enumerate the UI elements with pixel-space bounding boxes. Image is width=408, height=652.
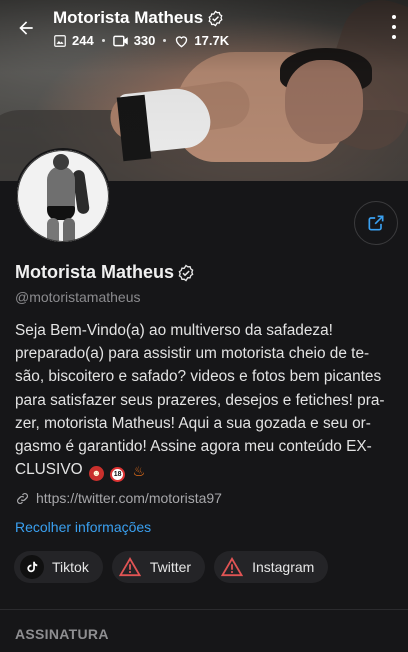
cover-header: Motorista Matheus 244 330 17.7K [0,0,408,60]
social-chip-twitter[interactable]: Twitter [111,551,206,583]
bio-line: Seja Bem-Vindo(a) ao multiverso da safad… [15,322,333,339]
share-icon [368,215,384,231]
cover-title: Motorista Matheus [53,8,224,28]
back-button[interactable] [12,14,40,42]
videos-stat: 330 [112,33,156,48]
likes-count: 17.7K [194,33,230,48]
arrow-left-icon [19,21,33,35]
video-icon [112,35,128,46]
cover-title-text: Motorista Matheus [53,8,204,27]
social-links: Tiktok Twitter Instagram [14,551,329,583]
tiktok-icon [20,555,44,579]
bio-line-text: CLUSIVO [15,461,83,479]
warning-icon [220,555,244,579]
photos-count: 244 [72,33,94,48]
bio-line-last: CLUSIVO ☻ 18 ♨ [15,458,401,483]
social-chip-label: Twitter [149,559,192,575]
more-options-button[interactable] [386,12,402,42]
photos-stat: 244 [53,33,94,48]
profile-name-text: Motorista Matheus [15,262,175,282]
warning-icon [118,555,142,579]
website-url: https://twitter.com/motorista97 [36,490,222,506]
verified-icon [178,264,194,281]
social-chip-label: Tiktok [52,559,89,575]
devil-emoji-icon: ☻ [88,466,104,482]
avatar[interactable] [15,148,111,244]
videos-count: 330 [133,33,156,48]
bio-line: para satisfazer seus prazeres, desejos e… [15,391,385,409]
section-divider [0,609,408,610]
fire-emoji-icon: ♨ [132,463,146,480]
bio-line: zer, motorista Matheus! Aqui a sua gozad… [15,414,371,432]
profile-stats: 244 330 17.7K [53,33,229,48]
bio-line: preparado(a) para assistir um motorista … [15,345,370,363]
share-button[interactable] [354,201,398,245]
image-icon [54,34,66,47]
profile-handle: @motoristamatheus [15,289,141,305]
website-link[interactable]: https://twitter.com/motorista97 [15,490,222,506]
heart-icon [176,35,188,47]
bio-line: são, biscoitero e safado? videos e fotos… [15,368,382,386]
social-chip-instagram[interactable]: Instagram [214,551,329,583]
profile-bio: Seja Bem-Vindo(a) ao multiverso da safad… [15,319,401,483]
social-chip-label: Instagram [252,559,315,575]
likes-stat: 17.7K [174,33,229,48]
verified-icon [208,9,223,27]
profile-name: Motorista Matheus [15,262,195,283]
subscription-section-title: ASSINATURA [15,626,109,642]
collapse-info-link[interactable]: Recolher informações [15,519,151,535]
link-icon [17,492,28,504]
bio-line: gasmo é garantido! Assine agora meu cont… [15,438,372,456]
no-under-18-emoji-icon: 18 [110,467,126,483]
social-chip-tiktok[interactable]: Tiktok [14,551,103,583]
